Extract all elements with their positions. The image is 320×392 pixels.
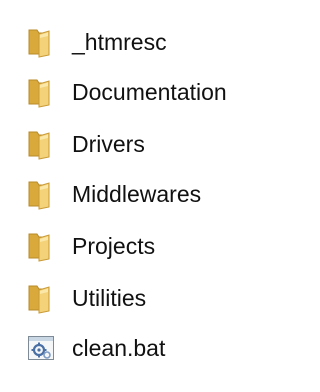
list-item-documentation[interactable]: Documentation bbox=[26, 76, 291, 108]
list-item-drivers[interactable]: Drivers bbox=[26, 128, 291, 160]
list-item-middlewares[interactable]: Middlewares bbox=[26, 178, 291, 210]
list-item-clean-bat[interactable]: clean.bat bbox=[26, 332, 291, 364]
batch-file-icon bbox=[26, 332, 57, 364]
item-label: Drivers bbox=[72, 131, 145, 157]
file-list: _htmresc Documentation Drivers Middlewar… bbox=[0, 0, 297, 392]
list-item-htmresc[interactable]: _htmresc bbox=[26, 26, 291, 58]
folder-icon bbox=[26, 282, 57, 314]
folder-icon bbox=[26, 128, 57, 160]
list-item-utilities[interactable]: Utilities bbox=[26, 282, 291, 314]
item-label: clean.bat bbox=[72, 335, 166, 361]
folder-icon bbox=[26, 230, 57, 262]
item-label: _htmresc bbox=[72, 29, 167, 55]
folder-icon bbox=[26, 178, 57, 210]
item-label: Projects bbox=[72, 233, 156, 259]
item-label: Documentation bbox=[72, 79, 227, 105]
item-label: Utilities bbox=[72, 285, 147, 311]
item-label: Middlewares bbox=[72, 181, 202, 207]
folder-icon bbox=[26, 26, 57, 58]
folder-icon bbox=[26, 76, 57, 108]
list-item-projects[interactable]: Projects bbox=[26, 230, 291, 262]
